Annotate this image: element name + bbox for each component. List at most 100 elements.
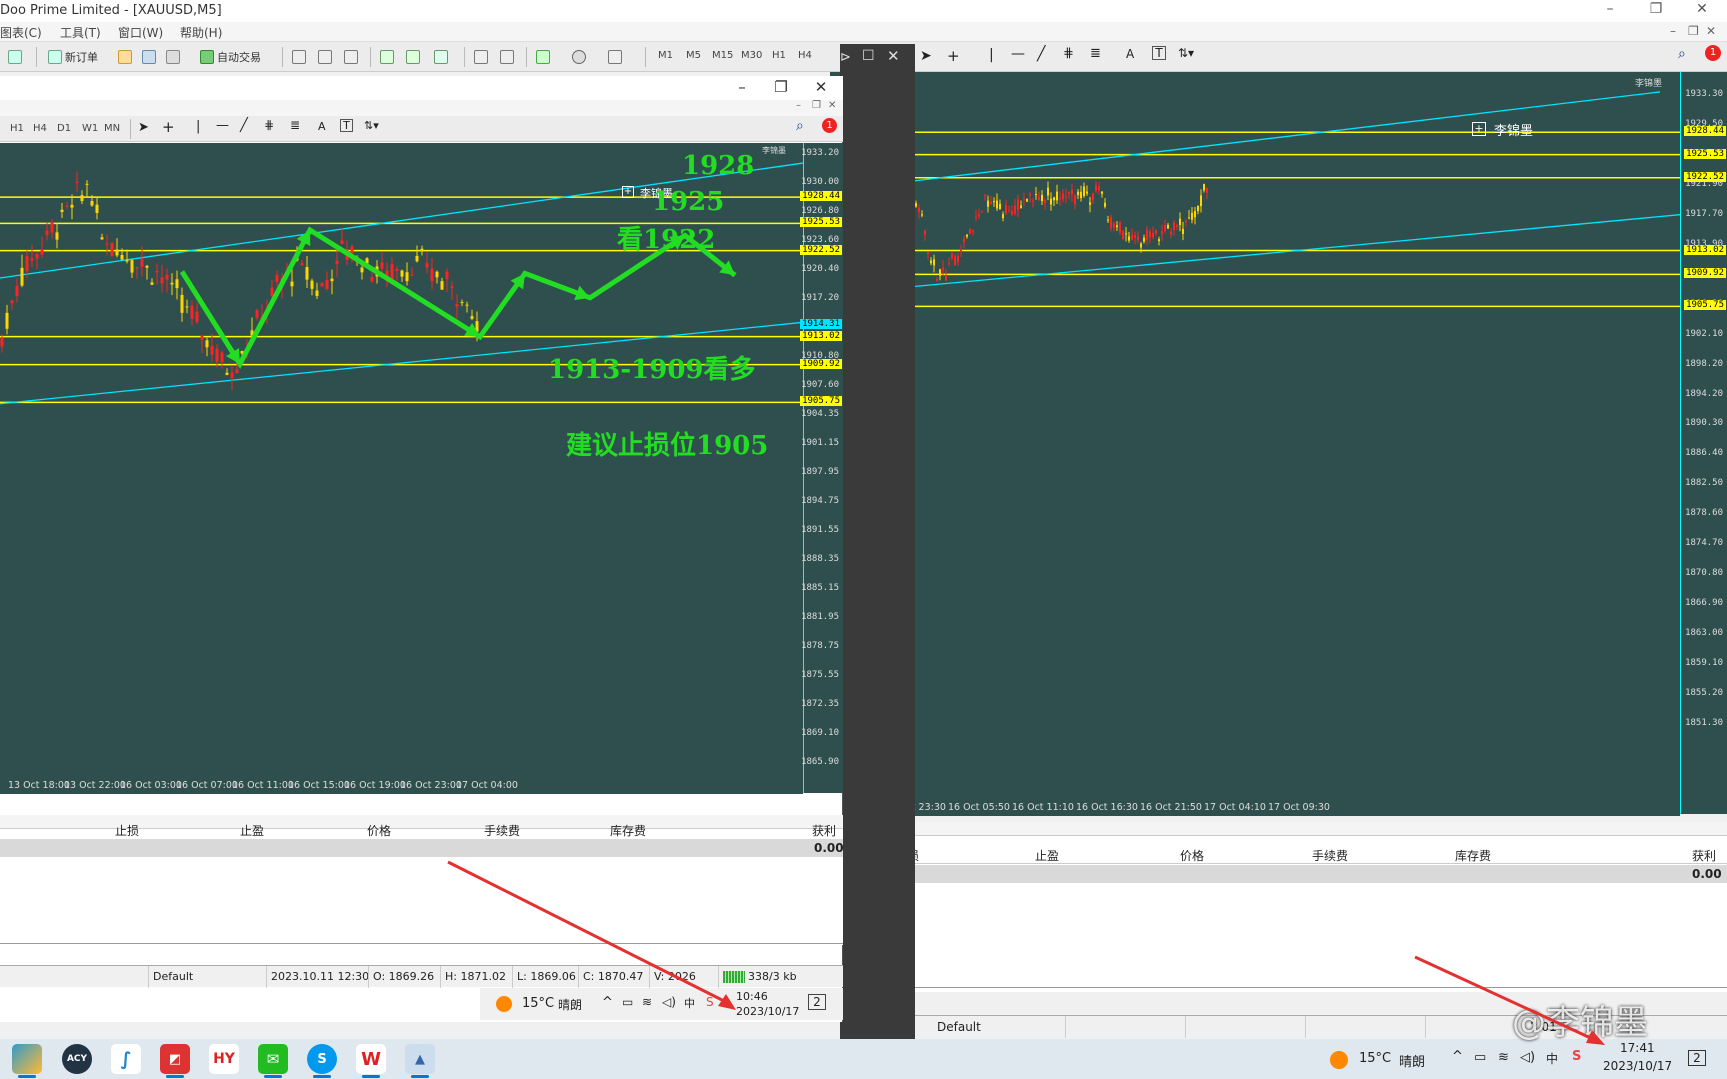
- horizontal-line-icon[interactable]: —: [1011, 46, 1025, 62]
- search-icon[interactable]: ⌕: [796, 118, 804, 134]
- battery-icon[interactable]: ▭: [1474, 1050, 1486, 1065]
- menu-help[interactable]: 帮助(H): [180, 24, 222, 41]
- col-swap[interactable]: 库存费: [1455, 847, 1491, 864]
- toolbar-icon[interactable]: [118, 48, 132, 66]
- indicators-icon[interactable]: [536, 48, 550, 66]
- restore-icon[interactable]: ❐: [766, 78, 796, 96]
- taskbar-app-hy[interactable]: HY: [209, 1044, 239, 1074]
- autoscroll-icon[interactable]: [474, 48, 488, 66]
- taskbar-app-acy[interactable]: ACY: [62, 1044, 92, 1074]
- col-price[interactable]: 价格: [367, 822, 391, 839]
- chevron-up-icon[interactable]: ^: [1452, 1049, 1463, 1064]
- candle-chart-icon[interactable]: [318, 48, 332, 66]
- object-plus-icon[interactable]: +: [1472, 122, 1486, 136]
- tf-h1[interactable]: H1: [772, 50, 786, 61]
- minimize-icon[interactable]: –: [727, 78, 757, 96]
- notification-icon[interactable]: 1: [822, 118, 837, 133]
- chevron-up-icon[interactable]: ^: [602, 995, 613, 1010]
- toolbar-icon[interactable]: [8, 48, 22, 66]
- horizontal-line-icon[interactable]: —: [216, 118, 229, 133]
- cursor-icon[interactable]: ➤: [920, 48, 932, 64]
- fibonacci-icon[interactable]: ⋕: [1063, 46, 1074, 61]
- menu-chart[interactable]: 图表(C): [0, 24, 42, 41]
- tf-m30[interactable]: M30: [741, 50, 762, 61]
- tf-mn[interactable]: MN: [104, 123, 120, 134]
- taskbar-app-wps[interactable]: W: [356, 1044, 386, 1078]
- new-order-button[interactable]: 新订单: [48, 48, 98, 66]
- chart-area-left[interactable]: + 李锦墨 李锦墨 1928 1925 看1922 1913-1909看多 建议…: [0, 143, 803, 793]
- battery-icon[interactable]: ▭: [622, 995, 633, 1009]
- col-takeprofit[interactable]: 止盈: [240, 822, 264, 839]
- restore-icon[interactable]: ❐: [1636, 1, 1676, 17]
- col-profit[interactable]: 获利: [812, 822, 836, 839]
- tf-h1[interactable]: H1: [10, 123, 24, 134]
- close-icon[interactable]: ✕: [887, 47, 900, 65]
- line-chart-icon[interactable]: [344, 48, 358, 66]
- col-commission[interactable]: 手续费: [1312, 847, 1348, 864]
- mdi-minimize-icon[interactable]: –: [796, 100, 801, 111]
- pin-icon[interactable]: ⊳: [840, 50, 851, 65]
- crosshair-icon[interactable]: +: [162, 118, 175, 136]
- taskbar-app-s[interactable]: S: [307, 1044, 337, 1078]
- mdi-minimize-icon[interactable]: –: [1670, 24, 1676, 38]
- wifi-icon[interactable]: ≋: [1498, 1050, 1509, 1065]
- taskbar-app-4[interactable]: ◩: [160, 1044, 190, 1078]
- s-app-icon[interactable]: S: [1572, 1049, 1581, 1064]
- close-icon[interactable]: ✕: [806, 78, 836, 96]
- vertical-line-icon[interactable]: |: [196, 119, 200, 134]
- text-label-icon[interactable]: T: [1152, 46, 1166, 60]
- channel-icon[interactable]: ≣: [290, 118, 300, 132]
- trendline-icon[interactable]: ╱: [240, 118, 248, 133]
- templates-icon[interactable]: [608, 48, 622, 66]
- mdi-close-icon[interactable]: ✕: [1706, 24, 1716, 38]
- tf-d1[interactable]: D1: [57, 123, 71, 134]
- chart-shift-icon[interactable]: [500, 48, 514, 66]
- channel-icon[interactable]: ≣: [1090, 46, 1101, 61]
- volume-icon[interactable]: ◁): [662, 995, 676, 1009]
- tf-h4[interactable]: H4: [798, 50, 812, 61]
- crosshair-icon[interactable]: +: [947, 47, 960, 65]
- vertical-line-icon[interactable]: |: [989, 47, 994, 63]
- ime-icon[interactable]: 中: [1546, 1050, 1558, 1067]
- tf-w1[interactable]: W1: [82, 123, 98, 134]
- tf-m5[interactable]: M5: [686, 50, 701, 61]
- clock-time[interactable]: 10:46: [736, 990, 768, 1003]
- volume-icon[interactable]: ◁): [1520, 1050, 1535, 1065]
- taskbar-app-3[interactable]: ∫: [111, 1044, 141, 1074]
- col-price[interactable]: 价格: [1180, 847, 1204, 864]
- menu-tools[interactable]: 工具(T): [60, 24, 101, 41]
- notification-icon[interactable]: 1: [1705, 45, 1721, 61]
- s-app-icon[interactable]: S: [706, 995, 714, 1009]
- taskbar-app-wechat[interactable]: ✉: [258, 1044, 288, 1078]
- zoom-in-icon[interactable]: [380, 48, 394, 66]
- tile-windows-icon[interactable]: [434, 48, 448, 66]
- taskbar-app-1[interactable]: [12, 1044, 42, 1078]
- fibonacci-icon[interactable]: ⋕: [264, 118, 274, 132]
- clock-date[interactable]: 2023/10/17: [736, 1005, 799, 1018]
- taskbar-app-9[interactable]: ▲: [405, 1044, 435, 1078]
- periods-icon[interactable]: [572, 48, 586, 66]
- trendline-icon[interactable]: ╱: [1037, 46, 1045, 62]
- arrows-icon[interactable]: ⇅▾: [1178, 46, 1194, 60]
- mdi-restore-icon[interactable]: ❐: [812, 100, 821, 111]
- zoom-out-icon[interactable]: [406, 48, 420, 66]
- notification-center-icon[interactable]: 2: [808, 994, 826, 1010]
- text-label-icon[interactable]: T: [340, 119, 353, 132]
- chart-area-right[interactable]: + 李锦墨 李锦墨: [830, 72, 1727, 814]
- text-icon[interactable]: A: [1126, 47, 1134, 61]
- object-plus-icon[interactable]: +: [622, 186, 634, 198]
- ime-icon[interactable]: 中: [684, 995, 695, 1011]
- col-profit[interactable]: 获利: [1692, 847, 1716, 864]
- bar-chart-icon[interactable]: [292, 48, 306, 66]
- cursor-icon[interactable]: ➤: [138, 120, 149, 135]
- mdi-restore-icon[interactable]: ❐: [1688, 24, 1699, 38]
- tf-m1[interactable]: M1: [658, 50, 673, 61]
- clock-date[interactable]: 2023/10/17: [1603, 1059, 1672, 1073]
- col-takeprofit[interactable]: 止盈: [1035, 847, 1059, 864]
- col-swap[interactable]: 库存费: [610, 822, 646, 839]
- col-stoploss[interactable]: 止损: [115, 822, 139, 839]
- search-icon[interactable]: ⌕: [1678, 46, 1686, 62]
- maximize-icon[interactable]: ☐: [862, 48, 875, 64]
- tf-m15[interactable]: M15: [712, 50, 733, 61]
- minimize-icon[interactable]: –: [1590, 1, 1630, 17]
